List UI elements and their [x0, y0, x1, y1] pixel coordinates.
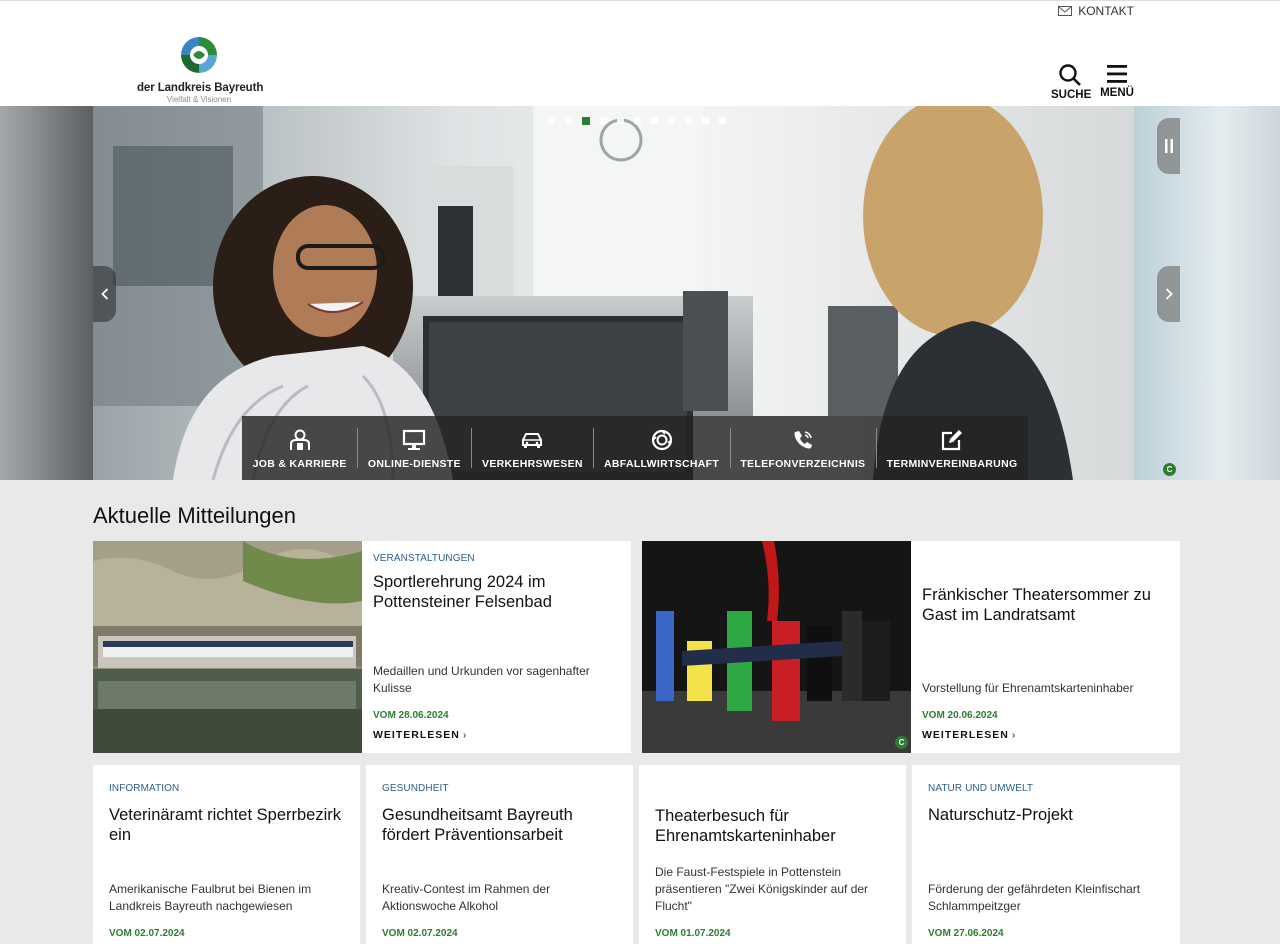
read-more-label: WEITERLESEN	[373, 729, 460, 741]
slider-next-preview	[1134, 106, 1280, 480]
read-more-label: WEITERLESEN	[922, 729, 1009, 741]
slider-dot[interactable]	[634, 117, 641, 124]
slider-dot[interactable]	[617, 117, 624, 124]
slider-dot[interactable]	[668, 117, 675, 124]
news-category	[922, 553, 1169, 565]
slider-prev-preview	[0, 106, 93, 480]
news-date: VOM 20.06.2024	[922, 710, 998, 721]
slider-next-button[interactable]	[1157, 266, 1180, 322]
news-section-title: Aktuelle Mitteilungen	[93, 503, 297, 528]
monitor-icon	[403, 429, 426, 450]
logo-tagline: Vielfalt & Visionen	[166, 95, 232, 104]
quick-link-label: TERMINVEREINBARUNG	[886, 457, 1018, 470]
news-card[interactable]: NATUR UND UMWELT Naturschutz-Projekt För…	[912, 765, 1180, 944]
news-category	[655, 783, 890, 795]
news-title[interactable]: Gesundheitsamt Bayreuth fördert Präventi…	[382, 805, 617, 845]
quick-link-job[interactable]: JOB & KARRIERE	[242, 416, 357, 480]
news-card[interactable]: INFORMATION Veterinäramt richtet Sperrbe…	[93, 765, 360, 944]
quick-link-label: ABFALLWIRTSCHAFT	[604, 457, 720, 470]
news-date: VOM 27.06.2024	[928, 928, 1004, 939]
quick-link-verkehr[interactable]: VERKEHRSWESEN	[471, 416, 593, 480]
search-label: SUCHE	[1051, 89, 1092, 101]
news-category: GESUNDHEIT	[382, 783, 449, 794]
news-card-body: Fränkischer Theatersommer zu Gast im Lan…	[911, 541, 1180, 753]
news-card-body: VERANSTALTUNGEN Sportlerehrung 2024 im P…	[362, 541, 631, 753]
image-copyright-badge[interactable]: C	[1163, 463, 1176, 476]
news-date: VOM 28.06.2024	[373, 710, 449, 721]
slider-dot[interactable]	[719, 117, 726, 124]
read-more-link[interactable]: WEITERLESEN ›	[373, 729, 467, 741]
news-card[interactable]: Theaterbesuch für Ehrenamtskarteninhaber…	[639, 765, 906, 944]
slider-pause-button[interactable]	[1157, 118, 1180, 174]
quick-link-label: JOB & KARRIERE	[252, 457, 347, 470]
mail-icon	[1058, 6, 1073, 16]
recycle-icon	[651, 429, 672, 450]
news-date: VOM 01.07.2024	[655, 928, 731, 939]
quick-link-label: VERKEHRSWESEN	[482, 457, 583, 470]
news-title[interactable]: Sportlerehrung 2024 im Pottensteiner Fel…	[373, 572, 620, 612]
slider-dot-active[interactable]	[582, 116, 590, 125]
news-image-felsenbad	[93, 541, 362, 753]
quick-link-label: ONLINE-DIENSTE	[367, 457, 461, 470]
image-copyright-badge[interactable]: C	[895, 736, 908, 749]
logo-name: der Landkreis Bayreuth	[137, 82, 264, 94]
news-card-featured[interactable]: VERANSTALTUNGEN Sportlerehrung 2024 im P…	[93, 541, 631, 753]
slider-dot[interactable]	[600, 117, 607, 124]
search-icon	[1059, 64, 1081, 86]
news-title[interactable]: Naturschutz-Projekt	[928, 805, 1164, 825]
chevron-right-icon: ›	[462, 729, 468, 741]
site-header: KONTAKT der Landkreis Bayreuth Vielfalt …	[0, 0, 1280, 106]
slider-dot[interactable]	[565, 117, 572, 124]
kontakt-label: KONTAKT	[1078, 4, 1134, 18]
chevron-left-icon	[100, 288, 108, 300]
read-more-link[interactable]: WEITERLESEN ›	[922, 729, 1016, 741]
menu-label: MENÜ	[1100, 87, 1134, 99]
news-title[interactable]: Fränkischer Theatersommer zu Gast im Lan…	[922, 585, 1169, 625]
news-teaser: Die Faust-Festspiele in Pottenstein präs…	[655, 865, 869, 913]
quick-link-online[interactable]: ONLINE-DIENSTE	[357, 416, 471, 480]
chevron-right-icon	[1165, 288, 1173, 300]
menu-button[interactable]: MENÜ	[1098, 63, 1136, 99]
slider-pagination	[548, 116, 726, 125]
news-image-theater	[642, 541, 911, 753]
search-button[interactable]: SUCHE	[1051, 63, 1092, 101]
news-category: NATUR UND UMWELT	[928, 783, 1034, 794]
hamburger-icon	[1107, 65, 1127, 83]
chevron-right-icon: ›	[1011, 729, 1017, 741]
news-date: VOM 02.07.2024	[382, 928, 458, 939]
slider-prev-button[interactable]	[93, 266, 116, 322]
news-category: INFORMATION	[109, 783, 180, 794]
news-card[interactable]: GESUNDHEIT Gesundheitsamt Bayreuth förde…	[366, 765, 633, 944]
site-logo[interactable]: der Landkreis Bayreuth Vielfalt & Vision…	[137, 34, 264, 104]
news-teaser: Amerikanische Faulbrut bei Bienen im Lan…	[109, 882, 312, 913]
quick-link-telefon[interactable]: TELEFONVERZEICHNIS	[729, 416, 876, 480]
hero-slider: C JOB & KARRIERE ONLINE-DIENSTE VERKEHRS…	[0, 106, 1280, 480]
news-card-featured[interactable]: C Fränkischer Theatersommer zu Gast im L…	[642, 541, 1180, 753]
pause-icon	[1164, 139, 1173, 153]
news-category: VERANSTALTUNGEN	[373, 553, 475, 564]
quick-link-termin[interactable]: TERMINVEREINBARUNG	[875, 416, 1028, 480]
news-teaser: Kreativ-Contest im Rahmen der Aktionswoc…	[382, 882, 551, 913]
news-title[interactable]: Theaterbesuch für Ehrenamtskarteninhaber	[655, 806, 890, 846]
slider-dot[interactable]	[548, 117, 555, 124]
quick-links-bar: JOB & KARRIERE ONLINE-DIENSTE VERKEHRSWE…	[242, 416, 1028, 480]
car-icon	[522, 432, 543, 448]
news-date: VOM 02.07.2024	[109, 928, 185, 939]
news-teaser: Medaillen und Urkunden vor sagenhafter K…	[373, 664, 590, 695]
job-icon	[289, 429, 310, 450]
edit-icon	[941, 429, 962, 450]
news-title[interactable]: Veterinäramt richtet Sperrbezirk ein	[109, 805, 344, 845]
quick-link-label: TELEFONVERZEICHNIS	[740, 457, 866, 470]
quick-link-abfall[interactable]: ABFALLWIRTSCHAFT	[593, 416, 729, 480]
slider-dot[interactable]	[651, 117, 658, 124]
phone-icon	[794, 430, 812, 448]
slider-dot[interactable]	[702, 117, 709, 124]
news-teaser: Förderung der gefährdeten Kleinfischart …	[928, 882, 1141, 913]
kontakt-link[interactable]: KONTAKT	[1058, 4, 1134, 18]
news-teaser: Vorstellung für Ehrenamtskarteninhaber	[922, 681, 1134, 695]
logo-mark-icon	[180, 36, 218, 74]
slider-dot[interactable]	[685, 117, 692, 124]
